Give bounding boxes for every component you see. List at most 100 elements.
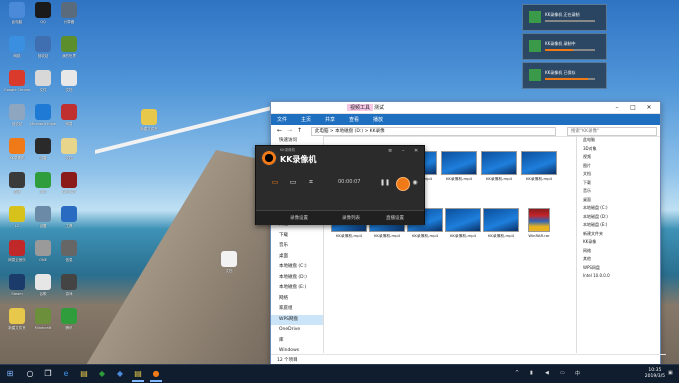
desktop-folder-icon[interactable]: 新建文件夹 bbox=[136, 109, 162, 131]
forward-icon[interactable]: → bbox=[287, 127, 292, 134]
edge-taskbar-icon[interactable]: e bbox=[60, 368, 72, 380]
desktop-shortcut[interactable]: 迅雷 bbox=[30, 138, 56, 160]
desktop-shortcut[interactable]: Steam bbox=[4, 274, 30, 296]
desktop-shortcut[interactable]: Google Chrome bbox=[4, 70, 30, 92]
tray-expand-icon[interactable]: ^ bbox=[515, 370, 519, 376]
nav-item[interactable]: 本地磁盘 (E:) bbox=[271, 283, 323, 294]
video-file[interactable]: KK录像机.mp4 bbox=[440, 151, 478, 182]
video-file[interactable]: KK录像机.mp4 bbox=[480, 151, 518, 182]
desktop-doc-icon[interactable]: 文档 bbox=[216, 251, 242, 273]
battery-icon[interactable]: ▭ bbox=[560, 370, 565, 376]
desktop-shortcut[interactable]: 计算器 bbox=[56, 2, 82, 24]
desktop-shortcut[interactable]: 游戏 bbox=[4, 172, 30, 194]
search-icon[interactable]: ○ bbox=[24, 368, 36, 380]
input-method-icon[interactable]: 中 bbox=[575, 370, 580, 377]
tree-item[interactable]: 此电脑 bbox=[577, 136, 659, 145]
address-input[interactable]: 此电脑 > 本地磁盘 (D:) > KK录像 bbox=[311, 127, 556, 136]
desktop-shortcut[interactable]: 网易 bbox=[56, 104, 82, 126]
tab-video-tools[interactable]: 视频工具 bbox=[347, 104, 374, 111]
tree-item[interactable]: 本地磁盘 (D:) bbox=[577, 213, 659, 222]
desktop-shortcut[interactable]: 网络 bbox=[4, 36, 30, 58]
network-icon[interactable]: ▮ bbox=[530, 370, 533, 376]
app-taskbar-icon[interactable]: ◆ bbox=[96, 368, 108, 380]
desktop-shortcut[interactable]: 回收站 bbox=[30, 36, 56, 58]
desktop-shortcut[interactable]: 新建文件夹 bbox=[4, 308, 30, 330]
app2-taskbar-icon[interactable]: ◆ bbox=[114, 368, 126, 380]
pause-icon[interactable]: ❚❚ bbox=[380, 178, 390, 188]
search-input[interactable]: 搜索"KK录像" bbox=[567, 127, 657, 136]
kk-taskbar-icon[interactable]: ● bbox=[150, 368, 162, 382]
desktop-shortcut[interactable]: ONE bbox=[30, 240, 56, 262]
nav-item[interactable]: 网络 bbox=[271, 294, 323, 305]
record-list-button[interactable]: 录像列表 bbox=[342, 215, 360, 221]
camera-icon[interactable]: ◉ bbox=[410, 178, 420, 188]
minimize-icon[interactable]: – bbox=[611, 103, 623, 112]
nav-item[interactable]: OneDrive bbox=[271, 325, 323, 336]
tree-item[interactable]: 桌面 bbox=[577, 196, 659, 205]
tree-item[interactable]: 下载 bbox=[577, 179, 659, 188]
ribbon-tab-file[interactable]: 文件 bbox=[277, 116, 287, 123]
desktop-shortcut[interactable]: WinRAR bbox=[56, 172, 82, 194]
notification-card[interactable]: KK录像机 已保存 bbox=[522, 62, 607, 89]
kk-menu-icon[interactable]: ≡ bbox=[388, 148, 392, 154]
video-file[interactable]: KK录像机.mp4 bbox=[482, 208, 520, 239]
video-file[interactable]: KK录像机.mp4 bbox=[520, 151, 558, 182]
desktop-shortcut[interactable]: QQ bbox=[30, 2, 56, 24]
tree-item[interactable]: 网络 bbox=[577, 247, 659, 256]
desktop-shortcut[interactable]: KK录像机 bbox=[4, 138, 30, 160]
desktop-shortcut[interactable]: 网易云音乐 bbox=[4, 240, 30, 262]
tree-item[interactable]: 其他 bbox=[577, 255, 659, 264]
tree-item[interactable]: WPS网盘 bbox=[577, 264, 659, 273]
desktop-shortcut[interactable]: 回收站 bbox=[4, 104, 30, 126]
desktop-shortcut[interactable]: Minecraft bbox=[30, 308, 56, 330]
back-icon[interactable]: ← bbox=[277, 127, 282, 134]
kk-close-icon[interactable]: ✕ bbox=[414, 148, 418, 154]
notification-center-icon[interactable]: ▣ bbox=[668, 370, 673, 376]
nav-item[interactable]: 本地磁盘 (D:) bbox=[271, 273, 323, 284]
folder-taskbar-icon[interactable]: ▤ bbox=[132, 368, 144, 382]
ribbon-tab-play[interactable]: 播放 bbox=[373, 116, 383, 123]
explorer-taskbar-icon[interactable]: ▤ bbox=[78, 368, 90, 380]
record-settings-link[interactable]: 录像设置 bbox=[290, 215, 308, 221]
nav-item[interactable]: 音乐 bbox=[271, 241, 323, 252]
kk-minimize-icon[interactable]: – bbox=[402, 148, 405, 154]
live-settings-link[interactable]: 直播设置 bbox=[386, 215, 404, 221]
taskbar-clock[interactable]: 10:35 2019/3/5 bbox=[645, 368, 665, 379]
nav-item[interactable]: 家庭组 bbox=[271, 304, 323, 315]
tree-item[interactable]: 图片 bbox=[577, 162, 659, 171]
close-icon[interactable]: ✕ bbox=[643, 103, 655, 112]
nav-item[interactable]: WPS网盘 bbox=[271, 314, 323, 325]
fullscreen-mode-icon[interactable]: ▭ bbox=[268, 178, 282, 188]
ribbon-tab-home[interactable]: 主页 bbox=[301, 116, 311, 123]
video-file[interactable]: KK录像机.mp4 bbox=[444, 208, 482, 239]
archive-file[interactable]: WinRAR.rar bbox=[520, 208, 558, 239]
task-view-icon[interactable]: ❐ bbox=[42, 368, 54, 380]
desktop-shortcut[interactable]: 此电脑 bbox=[4, 2, 30, 24]
tree-item[interactable]: 文档 bbox=[577, 170, 659, 179]
tree-item[interactable]: KK录像 bbox=[577, 238, 659, 247]
ribbon-tab-view[interactable]: 查看 bbox=[349, 116, 359, 123]
desktop-shortcut[interactable]: Microsoft Edge bbox=[30, 104, 56, 126]
tree-item[interactable]: 本地磁盘 (E:) bbox=[577, 221, 659, 230]
notification-card[interactable]: KK录像机 录制中 bbox=[522, 33, 607, 60]
desktop-shortcut[interactable]: 腾讯 bbox=[56, 308, 82, 330]
tree-item[interactable]: 音乐 bbox=[577, 187, 659, 196]
tree-item[interactable]: Intel 10.0.0.0 bbox=[577, 272, 659, 281]
tree-item[interactable]: 本地磁盘 (C:) bbox=[577, 204, 659, 213]
desktop-shortcut[interactable]: 设置 bbox=[30, 206, 56, 228]
desktop-shortcut[interactable]: 信息 bbox=[56, 240, 82, 262]
volume-icon[interactable]: ◀ bbox=[545, 370, 549, 376]
nav-item[interactable]: 下载 bbox=[271, 231, 323, 242]
maximize-icon[interactable]: □ bbox=[627, 103, 639, 112]
nav-item[interactable]: 库 bbox=[271, 336, 323, 347]
desktop-shortcut[interactable]: 谷歌 bbox=[30, 274, 56, 296]
up-icon[interactable]: ↑ bbox=[297, 127, 302, 134]
notification-card[interactable]: KK录像机 正在录制 bbox=[522, 4, 607, 31]
nav-item[interactable]: 本地磁盘 (C:) bbox=[271, 262, 323, 273]
record-button[interactable] bbox=[396, 177, 410, 191]
nav-item[interactable]: 桌面 bbox=[271, 252, 323, 263]
desktop-shortcut[interactable]: L2 bbox=[4, 206, 30, 228]
desktop-shortcut[interactable]: 文档 bbox=[56, 138, 82, 160]
tree-item[interactable]: 3D对象 bbox=[577, 145, 659, 154]
windows-icon[interactable]: ⊞ bbox=[4, 368, 16, 380]
